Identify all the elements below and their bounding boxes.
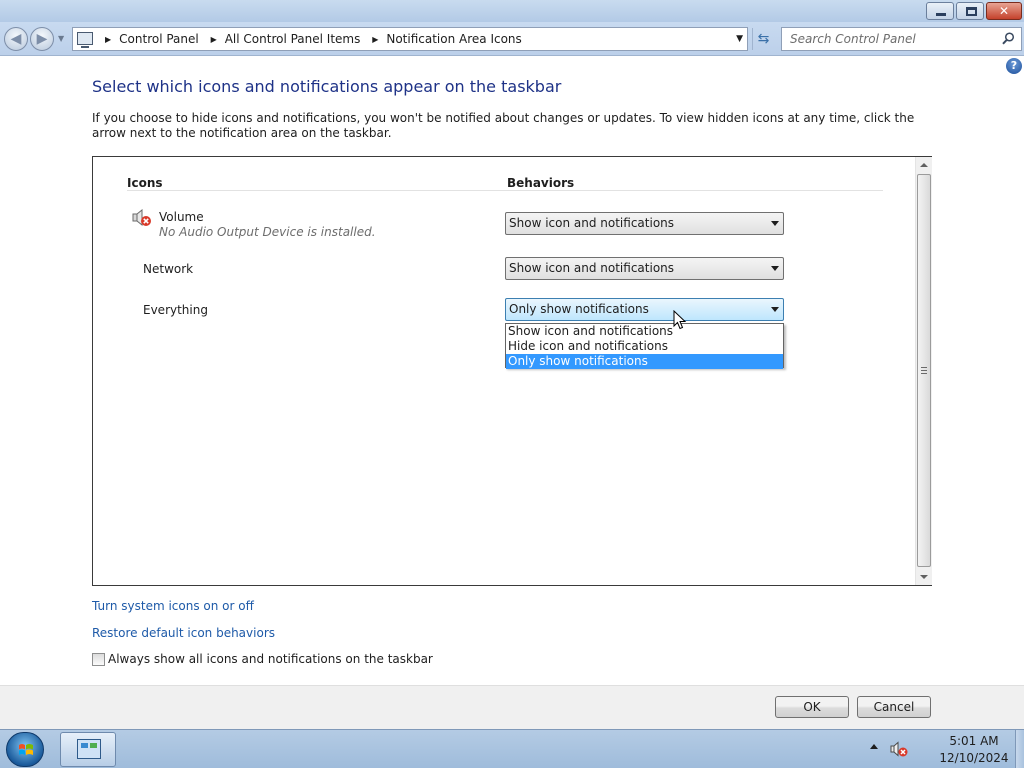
clock-date[interactable]: 12/10/2024 (936, 751, 1012, 765)
start-button[interactable] (6, 732, 44, 767)
show-hidden-icons-arrow-icon[interactable] (870, 744, 878, 749)
address-bar[interactable]: ▶ Control Panel ▶ All Control Panel Items … (72, 27, 748, 51)
row-name-volume: Volume (159, 210, 204, 224)
search-input[interactable] (790, 31, 1000, 47)
mouse-pointer-icon (673, 310, 687, 330)
title-bar: ✕ (0, 0, 1024, 22)
chevron-down-icon[interactable]: ▼ (736, 28, 743, 50)
behavior-select-value: Show icon and notifications (509, 261, 675, 275)
row-name-everything: Everything (143, 303, 208, 317)
cancel-button[interactable]: Cancel (857, 696, 931, 718)
search-icon[interactable] (1002, 32, 1015, 45)
chevron-down-icon (771, 266, 779, 271)
page-description: If you choose to hide icons and notifica… (92, 111, 915, 140)
breadcrumb-all-items[interactable]: All Control Panel Items (225, 32, 361, 46)
restore-icon (966, 7, 977, 16)
scrollbar-thumb[interactable] (917, 174, 931, 567)
behavior-select-network[interactable]: Show icon and notifications (505, 257, 784, 280)
vertical-scrollbar[interactable] (915, 157, 932, 585)
control-panel-icon (77, 739, 101, 759)
forward-arrow-icon: ▶ (36, 31, 48, 47)
close-button[interactable]: ✕ (986, 2, 1022, 20)
column-header-icons: Icons (127, 176, 163, 190)
row-subtitle-volume: No Audio Output Device is installed. (159, 225, 376, 239)
chevron-right-icon[interactable]: ▶ (372, 35, 378, 44)
icons-behaviors-list: Icons Behaviors Volume No Audio Output D… (92, 156, 932, 586)
search-box[interactable] (781, 27, 1022, 51)
breadcrumb-notification-area-icons[interactable]: Notification Area Icons (386, 32, 521, 46)
dialog-footer: OK Cancel (0, 685, 1024, 729)
chevron-down-icon (771, 221, 779, 226)
behavior-select-everything[interactable]: Only show notifications (505, 298, 784, 321)
behavior-select-volume[interactable]: Show icon and notifications (505, 212, 784, 235)
breadcrumb-control-panel[interactable]: Control Panel (119, 32, 199, 46)
show-desktop-button[interactable] (1015, 730, 1024, 768)
tray-volume-muted-icon[interactable] (890, 741, 908, 757)
header-divider (127, 190, 883, 191)
column-header-behaviors: Behaviors (507, 176, 575, 190)
dropdown-option-notifications-only[interactable]: Only show notifications (506, 354, 783, 369)
forward-button[interactable]: ▶ (30, 27, 54, 51)
behavior-select-value: Show icon and notifications (509, 216, 675, 230)
behavior-dropdown-list: Show icon and notifications Hide icon an… (505, 323, 784, 369)
turn-system-icons-link[interactable]: Turn system icons on or off (92, 599, 254, 613)
page-title: Select which icons and notifications app… (92, 77, 562, 96)
scroll-down-arrow-icon[interactable] (916, 569, 932, 585)
navigation-bar: ◀ ▶ ▼ ▶ Control Panel ▶ All Control Panel … (0, 22, 1024, 56)
taskbar: 5:01 AM 12/10/2024 (0, 729, 1024, 768)
back-button[interactable]: ◀ (4, 27, 28, 51)
help-icon[interactable]: ? (1006, 58, 1022, 74)
restore-button[interactable] (956, 2, 984, 20)
dropdown-option-hide[interactable]: Hide icon and notifications (506, 339, 783, 354)
chevron-right-icon[interactable]: ▶ (105, 35, 111, 44)
back-arrow-icon: ◀ (10, 31, 22, 47)
restore-defaults-link[interactable]: Restore default icon behaviors (92, 626, 275, 640)
grip-icon (921, 367, 927, 374)
refresh-icon: ⇆ (757, 31, 770, 47)
windows-logo-icon (19, 744, 33, 755)
scroll-up-arrow-icon[interactable] (916, 157, 932, 173)
chevron-down-icon (771, 307, 779, 312)
minimize-button[interactable] (926, 2, 954, 20)
always-show-checkbox[interactable] (92, 653, 105, 666)
dropdown-option-show[interactable]: Show icon and notifications (506, 324, 783, 339)
minimize-icon (936, 13, 946, 16)
breadcrumb: ▶ Control Panel ▶ All Control Panel Items … (97, 28, 522, 50)
chevron-right-icon[interactable]: ▶ (211, 35, 217, 44)
control-panel-icon (77, 32, 93, 48)
always-show-label[interactable]: Always show all icons and notifications … (108, 652, 433, 666)
recent-pages-dropdown[interactable]: ▼ (58, 34, 64, 43)
volume-muted-icon (132, 209, 151, 227)
row-name-network: Network (143, 262, 194, 276)
behavior-select-value: Only show notifications (509, 302, 649, 316)
ok-button[interactable]: OK (775, 696, 849, 718)
taskbar-control-panel-button[interactable] (60, 732, 116, 767)
clock-time[interactable]: 5:01 AM (936, 734, 1012, 748)
refresh-button[interactable]: ⇆ (752, 28, 774, 50)
close-icon: ✕ (998, 4, 1010, 18)
